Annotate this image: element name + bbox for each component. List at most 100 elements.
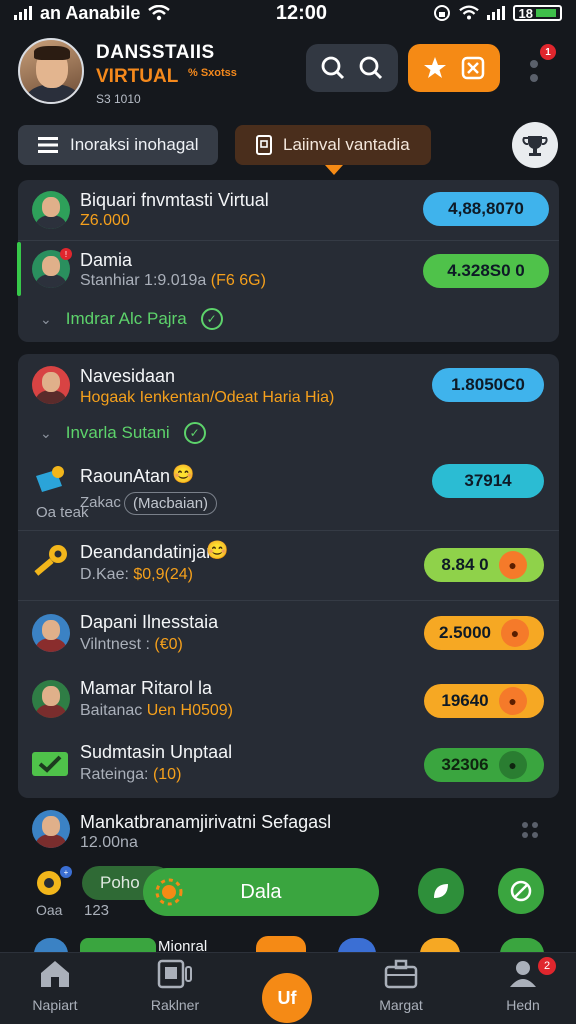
nav-fifth-label: Hedn — [506, 997, 540, 1013]
avatar — [32, 191, 70, 229]
expander-label: Imdrar Alc Pajra — [65, 309, 187, 328]
leaf-button[interactable] — [418, 868, 464, 914]
row-subtitle: Rateinga: (10) — [80, 766, 182, 783]
amount-pill[interactable]: 37914 — [432, 464, 544, 498]
row-subtitle: Z6.000 — [80, 212, 130, 229]
expander-row[interactable]: ⌄ Imdrar Alc Pajra ✓ — [40, 308, 223, 330]
wifi-icon-right — [458, 5, 479, 20]
key-icon — [34, 545, 67, 576]
check-circle-icon: ✓ — [183, 422, 206, 444]
coin-icon: ● — [501, 619, 529, 647]
cell-signal-icon — [486, 6, 505, 20]
check-circle-icon: ✓ — [200, 308, 223, 330]
search-icon — [321, 56, 345, 80]
list-item[interactable]: ! Damia Stanhiar 1:9.019a (F6 6G) 4.328S… — [18, 242, 559, 302]
ticket-icon — [36, 466, 64, 492]
more-icon[interactable] — [520, 820, 540, 840]
signal-icon — [14, 6, 32, 20]
amount-pill[interactable]: 2.5000 ● — [424, 616, 544, 650]
app-header: DANSSTAIIS VIRTUAL % Sxotss S3 1010 1 — [0, 30, 576, 114]
amount-pill[interactable]: 19640 ● — [424, 684, 544, 718]
amount-pill[interactable]: 32306 ● — [424, 748, 544, 782]
list-item[interactable]: Deandandatinjan 😊 D.Kae: $0,9(24) 8.84 0… — [18, 532, 559, 598]
row-title: RaounAtan — [80, 466, 171, 486]
expander-row[interactable]: ⌄ Invarla Sutani ✓ — [40, 422, 206, 444]
brand-subtitle: VIRTUAL — [96, 66, 179, 87]
more-menu-button[interactable] — [524, 56, 544, 96]
grid-box-icon — [461, 56, 485, 80]
wifi-icon — [148, 5, 171, 21]
avatar — [32, 614, 70, 652]
nav-badge: 2 — [538, 957, 556, 975]
nav-center-button[interactable]: Uf — [262, 973, 312, 1023]
alert-badge: ! — [60, 248, 72, 260]
list-item[interactable]: RaounAtan 😊 Oa teak Zakac (Macbaian) 379… — [18, 454, 559, 530]
favorites-button[interactable] — [408, 44, 500, 92]
tab-second[interactable]: Laiinval vantadia — [235, 125, 431, 175]
nav-home[interactable]: Napiart — [10, 959, 100, 1019]
carrier-label: an Aanabile — [40, 2, 141, 23]
badge-button[interactable] — [512, 122, 558, 168]
amount-pill[interactable]: 4.328S0 0 — [423, 254, 549, 288]
card-primary: Biquari fnvmtasti Virtual Z6.000 4,88,80… — [17, 180, 559, 342]
row-subtitle: Vilntnest : (€0) — [80, 636, 183, 653]
list-item[interactable]: Sudmtasin Unptaal Rateinga: (10) 32306 ● — [18, 736, 559, 796]
list-item[interactable]: Dapani Ilnesstaia Vilntnest : (€0) 2.500… — [18, 602, 559, 668]
nav-second[interactable]: Raklner — [130, 959, 220, 1019]
row-title: Navesidaan — [80, 366, 176, 386]
trophy-icon — [522, 136, 548, 156]
search-button[interactable] — [306, 44, 398, 92]
divider — [18, 600, 559, 601]
amount-pill[interactable]: 8.84 0 ● — [424, 548, 544, 582]
nav-fourth[interactable]: Margat — [356, 959, 446, 1019]
row-subtitle: Zakac — [80, 494, 121, 511]
count-label: 123 — [84, 902, 110, 919]
coin-icon: ● — [498, 687, 527, 715]
divider — [18, 240, 559, 241]
list-item[interactable]: Navesidaan Hogaak Ienkentan/Odeat Haria … — [18, 354, 559, 414]
row-title: Deandandatinjan — [80, 542, 217, 562]
smile-icon: 😊 — [206, 540, 229, 560]
chevron-down-icon: ⌄ — [40, 310, 52, 327]
row-subtitle: Stanhiar 1:9.019a (F6 6G) — [80, 272, 266, 289]
small-label: Oaa — [36, 902, 63, 918]
bottom-nav: Napiart Raklner Uf Margat Hedn 2 — [0, 952, 576, 1024]
check-card-icon — [32, 752, 68, 776]
profile-avatar[interactable] — [18, 38, 84, 104]
amount-pill[interactable]: 1.8050C0 — [432, 368, 544, 402]
status-bar: an Aanabile 12:00 18 — [0, 0, 576, 26]
row-subtitle: Hogaak Ienkentan/Odeat Haria Hia) — [80, 389, 335, 406]
people-icon — [510, 961, 536, 987]
avatar — [32, 366, 70, 404]
active-tab-caret — [325, 165, 343, 175]
brand-title: DANSSTAIIS — [96, 42, 215, 63]
row-subtitle: D.Kae: $0,9(24) — [80, 566, 193, 583]
row-title: Mamar Ritarol la — [80, 678, 213, 698]
row-subtitle: 12.00na — [80, 834, 138, 851]
tag-button[interactable] — [498, 868, 544, 914]
list-item[interactable]: Biquari fnvmtasti Virtual Z6.000 4,88,80… — [18, 180, 559, 240]
nav-home-label: Napiart — [32, 997, 78, 1013]
sun-gear-icon — [155, 878, 183, 906]
notification-badge: 1 — [540, 44, 556, 60]
device-icon — [157, 959, 192, 989]
clock: 12:00 — [275, 1, 328, 24]
expander-label: Invarla Sutani — [65, 423, 170, 442]
primary-action-label: Dala — [240, 880, 282, 903]
tab-row: Inoraksi inohagal Laiinval vantadia — [0, 122, 576, 175]
primary-action-button[interactable]: Dala — [143, 868, 379, 916]
amount-pill[interactable]: 4,88,8070 — [423, 192, 549, 226]
row-title: Dapani Ilnesstaia — [80, 612, 219, 632]
row-subtitle: Baitanac Uen H0509) — [80, 702, 233, 719]
tab-first-label: Inoraksi inohagal — [70, 135, 199, 154]
row-title: Sudmtasin Unptaal — [80, 742, 233, 762]
list-icon — [38, 137, 58, 153]
lock-rotation-icon — [433, 5, 450, 21]
brand-code: S3 1010 — [96, 92, 141, 106]
list-item[interactable]: Mamar Ritarol la Baitanac Uen H0509) 196… — [18, 670, 559, 734]
avatar — [32, 810, 70, 848]
briefcase-icon — [384, 959, 418, 989]
row-title: Mankatbranamjirivatni Sefagasl — [80, 812, 332, 832]
bottom-area: Mankatbranamjirivatni Sefagasl 12.00na +… — [0, 802, 576, 952]
tab-first[interactable]: Inoraksi inohagal — [18, 125, 218, 165]
